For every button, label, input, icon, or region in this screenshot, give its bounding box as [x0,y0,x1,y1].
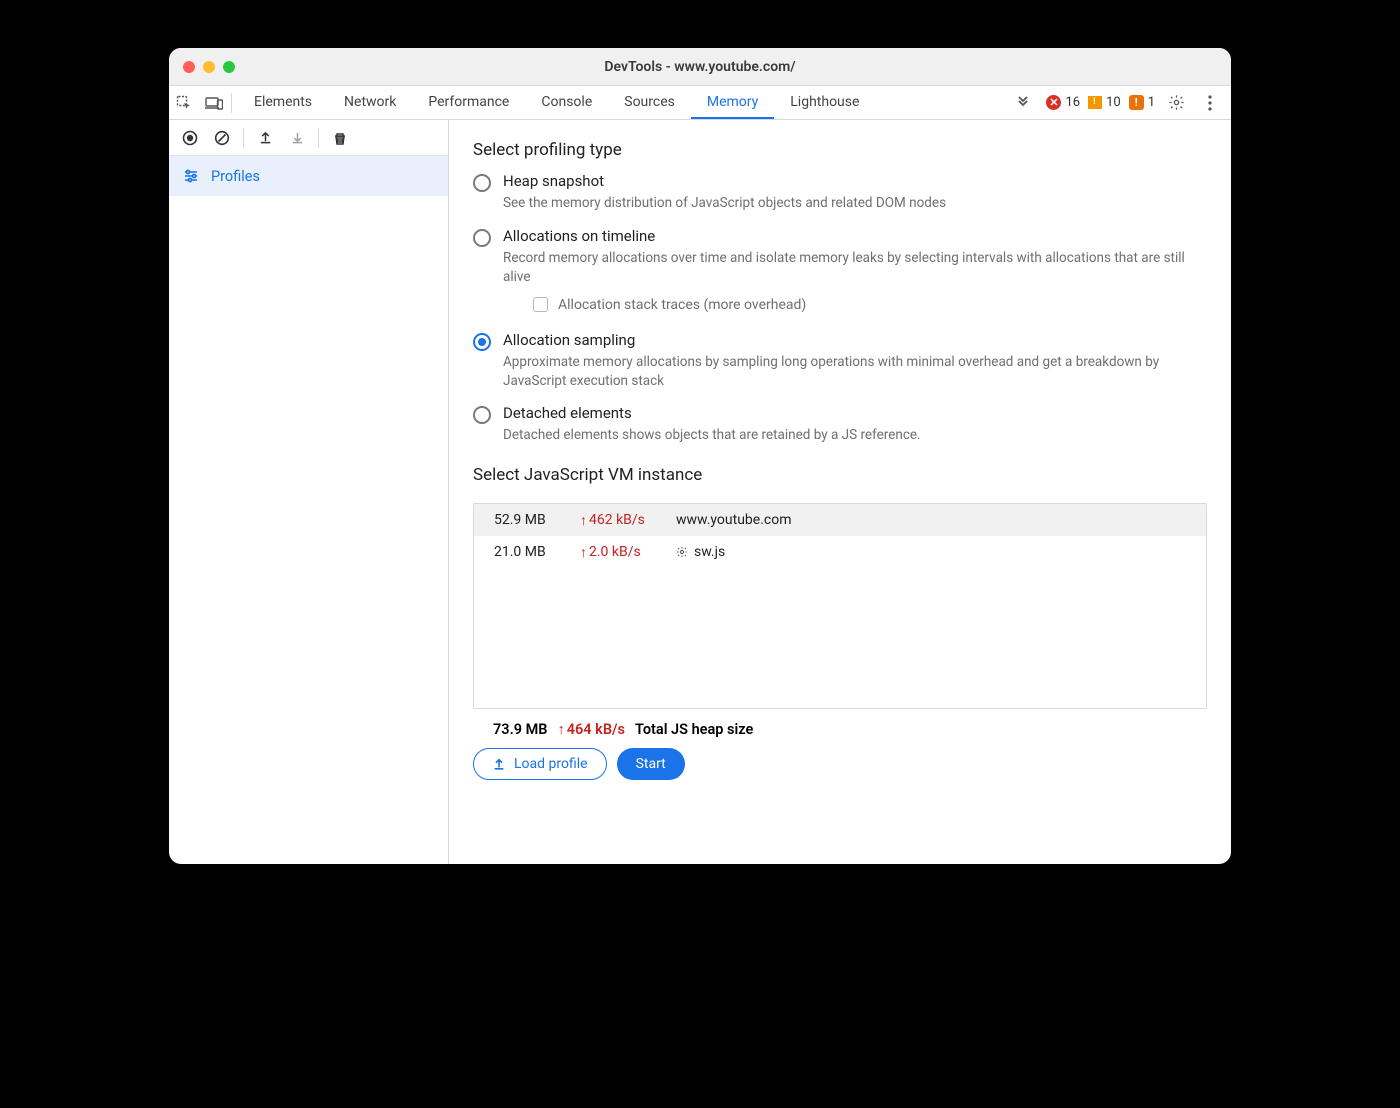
tab-elements[interactable]: Elements [238,86,328,119]
sliders-icon [183,169,199,183]
suboption-stack-traces[interactable]: Allocation stack traces (more overhead) [533,297,1207,313]
vm-heading: Select JavaScript VM instance [473,465,1207,485]
settings-icon[interactable] [1163,90,1189,116]
main-panel: Select profiling type Heap snapshot See … [449,120,1231,864]
warning-icon [1088,96,1102,109]
option-desc: Detached elements shows objects that are… [503,426,921,445]
option-desc: See the memory distribution of JavaScrip… [503,194,946,213]
profiling-heading: Select profiling type [473,140,1207,160]
warning-counter[interactable]: 10 [1088,95,1121,110]
suboption-label: Allocation stack traces (more overhead) [558,297,806,313]
option-desc: Approximate memory allocations by sampli… [503,353,1207,391]
vm-name: www.youtube.com [676,512,792,528]
start-button[interactable]: Start [617,748,685,780]
panel-tabs: Elements Network Performance Console Sou… [238,86,875,119]
option-allocations-timeline[interactable]: Allocations on timeline Record memory al… [473,227,1207,317]
action-row: Load profile Start [473,748,1207,780]
issue-count: 1 [1148,95,1155,110]
option-label: Allocations on timeline [503,227,1207,245]
tab-console[interactable]: Console [525,86,608,119]
arrow-up-icon: ↑ [557,721,564,738]
arrow-up-icon: ↑ [580,512,587,529]
radio-icon[interactable] [473,333,491,351]
option-detached-elements[interactable]: Detached elements Detached elements show… [473,404,1207,445]
sidebar-item-label: Profiles [211,168,260,185]
total-rate: ↑ 464 kB/s [557,721,625,738]
option-label: Detached elements [503,404,921,422]
tab-memory[interactable]: Memory [691,86,774,119]
checkbox-icon[interactable] [533,297,548,312]
download-icon[interactable] [282,124,312,152]
vm-rate: ↑ 462 kB/s [580,512,668,529]
collect-garbage-icon[interactable] [325,124,355,152]
window-title: DevTools - www.youtube.com/ [169,59,1231,75]
body: Profiles Select profiling type Heap snap… [169,120,1231,864]
tabbar: Elements Network Performance Console Sou… [169,86,1231,120]
option-allocation-sampling[interactable]: Allocation sampling Approximate memory a… [473,331,1207,391]
record-icon[interactable] [175,124,205,152]
arrow-up-icon: ↑ [580,544,587,561]
vm-name: sw.js [676,544,725,560]
tabbar-right: ✕ 16 10 ! 1 [1008,86,1231,120]
titlebar: DevTools - www.youtube.com/ [169,48,1231,86]
vm-size: 52.9 MB [494,512,572,528]
error-counter[interactable]: ✕ 16 [1046,95,1080,110]
vm-size: 21.0 MB [494,544,572,560]
devtools-window: DevTools - www.youtube.com/ Elements Net… [169,48,1231,864]
device-toolbar-icon[interactable] [199,86,229,120]
radio-icon[interactable] [473,174,491,192]
vm-row[interactable]: 52.9 MB ↑ 462 kB/s www.youtube.com [474,504,1206,536]
upload-icon[interactable] [250,124,280,152]
upload-icon [492,757,506,771]
separator [231,93,232,113]
more-tabs-icon[interactable] [1008,86,1038,120]
vm-instance-table: 52.9 MB ↑ 462 kB/s www.youtube.com 21.0 … [473,503,1207,709]
total-size: 73.9 MB [493,721,547,738]
load-profile-button[interactable]: Load profile [473,748,607,780]
sidebar: Profiles [169,120,449,864]
close-window-button[interactable] [183,61,195,73]
kebab-menu-icon[interactable] [1197,90,1223,116]
inspect-element-icon[interactable] [169,86,199,120]
tab-lighthouse[interactable]: Lighthouse [774,86,875,119]
error-icon: ✕ [1046,95,1061,110]
zoom-window-button[interactable] [223,61,235,73]
clear-icon[interactable] [207,124,237,152]
radio-icon[interactable] [473,406,491,424]
option-heap-snapshot[interactable]: Heap snapshot See the memory distributio… [473,172,1207,213]
vm-rate: ↑ 2.0 kB/s [580,544,668,561]
tab-network[interactable]: Network [328,86,412,119]
sidebar-item-profiles[interactable]: Profiles [169,156,448,196]
total-label: Total JS heap size [635,721,753,738]
minimize-window-button[interactable] [203,61,215,73]
vm-row[interactable]: 21.0 MB ↑ 2.0 kB/s sw.js [474,536,1206,568]
gear-icon [676,546,688,558]
issue-icon: ! [1129,95,1144,110]
separator [243,128,244,148]
warning-count: 10 [1106,95,1121,110]
radio-icon[interactable] [473,229,491,247]
option-label: Allocation sampling [503,331,1207,349]
tab-performance[interactable]: Performance [412,86,525,119]
tab-sources[interactable]: Sources [608,86,691,119]
option-label: Heap snapshot [503,172,946,190]
traffic-lights [183,61,235,73]
separator [318,128,319,148]
sidebar-toolbar [169,120,448,156]
issue-counter[interactable]: ! 1 [1129,95,1155,110]
error-count: 16 [1065,95,1080,110]
totals-row: 73.9 MB ↑ 464 kB/s Total JS heap size [493,721,1207,738]
option-desc: Record memory allocations over time and … [503,249,1207,287]
